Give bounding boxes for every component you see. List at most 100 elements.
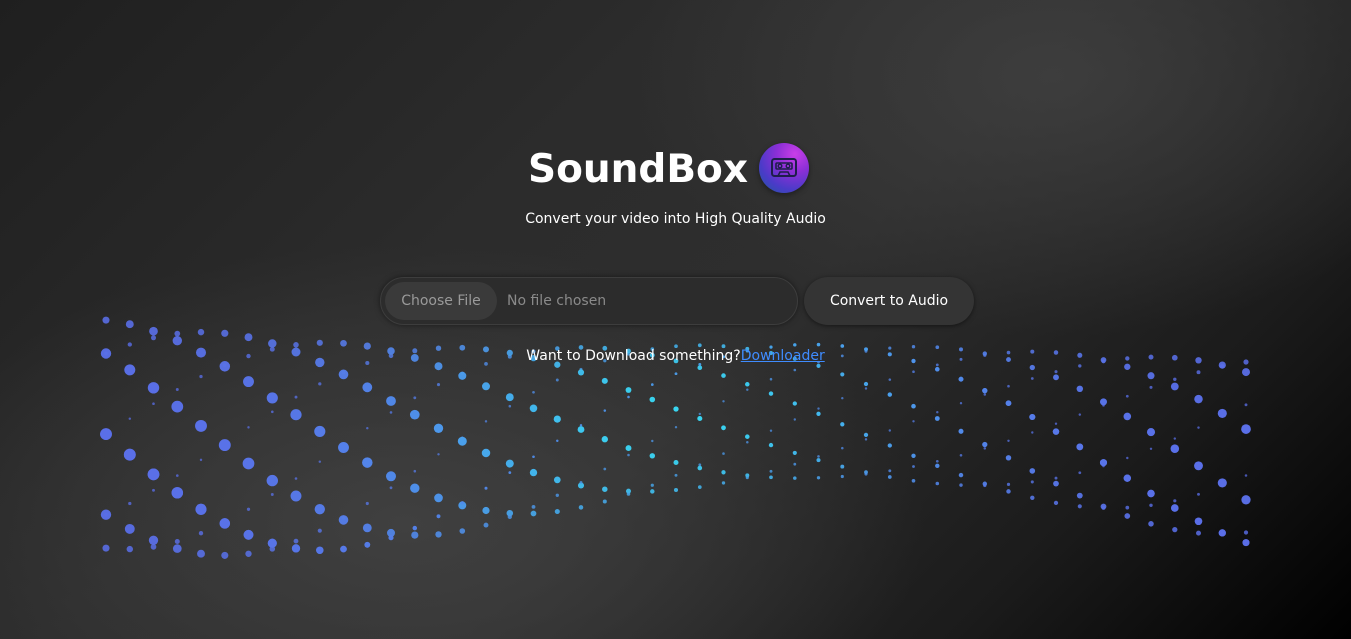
wave-particle [1125,505,1130,510]
wave-particle [959,401,963,405]
wave-particle [433,423,444,433]
wave-particle [1054,476,1058,480]
wave-particle [601,377,608,384]
wave-particle [267,538,277,548]
wave-particle [362,382,373,393]
wave-particle [1124,513,1131,519]
wave-particle [602,499,607,504]
wave-particle [436,383,441,387]
wave-particle [1126,456,1129,460]
wave-particle [959,483,963,487]
wave-particle [673,459,679,466]
wave-particle [840,422,845,427]
wave-particle [1149,447,1153,451]
wave-particle [888,469,892,473]
wave-particle [887,475,892,479]
wave-particle [1218,529,1226,537]
wave-particle [102,316,110,324]
wave-particle [1149,503,1153,508]
wave-particle [218,439,231,452]
wave-particle [697,415,703,422]
wave-particle [126,545,133,553]
wave-particle [1029,468,1036,474]
wave-particle [128,417,132,420]
wave-particle [626,492,631,496]
wave-particle [769,377,773,381]
wave-particle [483,522,489,528]
wave-particle [340,545,347,553]
wave-particle [290,409,302,421]
wave-particle [221,329,229,337]
wave-particle [1196,370,1201,375]
wave-particle [745,382,750,387]
wave-particle [698,463,702,467]
download-prompt-text: Want to Download something? [526,348,741,364]
wave-particle [792,450,797,455]
wave-particle [147,382,160,394]
wave-particle [246,507,251,511]
wave-particle [1006,489,1011,494]
wave-particle [1101,505,1106,510]
wave-particle [1241,424,1251,434]
wave-particle [1241,495,1251,505]
wave-particle [697,365,703,371]
wave-particle [221,551,229,559]
wave-particle [841,446,844,450]
wave-particle [721,470,726,475]
wave-particle [1078,471,1082,475]
wave-particle [1007,439,1010,443]
wave-particle [317,528,322,533]
wave-particle [1030,495,1035,500]
wave-particle [270,410,274,414]
wave-particle [816,476,821,480]
wave-particle [338,515,349,525]
wave-particle [1194,517,1203,526]
wave-particle [721,373,726,378]
wave-particle [793,368,797,372]
wave-particle [123,448,136,461]
wave-particle [721,425,726,431]
wave-particle [603,467,607,471]
wave-particle [174,330,181,337]
wave-particle [104,512,108,517]
wave-particle [266,474,278,487]
wave-particle [1030,480,1034,484]
wave-particle [266,392,278,404]
choose-file-button[interactable]: Choose File [385,282,497,320]
wave-particle [556,439,559,443]
wave-particle [721,481,726,485]
wave-particle [1099,459,1108,467]
wave-particle [935,459,939,463]
wave-particle [863,432,869,438]
wave-particle [294,395,298,399]
wave-particle [841,396,844,400]
convert-to-audio-button[interactable]: Convert to Audio [804,277,974,325]
downloader-link[interactable]: Downloader [741,348,825,364]
wave-particle [1053,374,1059,381]
wave-particle [983,483,987,488]
wave-particle [698,412,701,416]
wave-particle [532,455,535,458]
wave-particle [171,487,184,499]
wave-particle [530,510,537,517]
wave-particle [769,429,773,432]
wave-particle [983,393,987,396]
wave-particle [365,501,369,506]
wave-particle [1078,413,1082,416]
wave-particle [651,383,654,386]
wave-particle [247,426,250,429]
wave-particle [1244,403,1248,407]
wave-particle [362,523,372,533]
file-status-text: No file chosen [507,293,607,309]
wave-particle [1053,480,1059,487]
wave-particle [863,381,869,387]
wave-particle [864,387,868,390]
wave-particle [152,402,155,406]
wave-particle [389,486,393,490]
wave-particle [1076,443,1084,451]
wave-particle [553,415,561,423]
wave-particle [651,439,654,443]
wave-particle [911,403,916,409]
file-input[interactable]: Choose File No file chosen [380,277,798,325]
wave-particle [1147,372,1155,380]
